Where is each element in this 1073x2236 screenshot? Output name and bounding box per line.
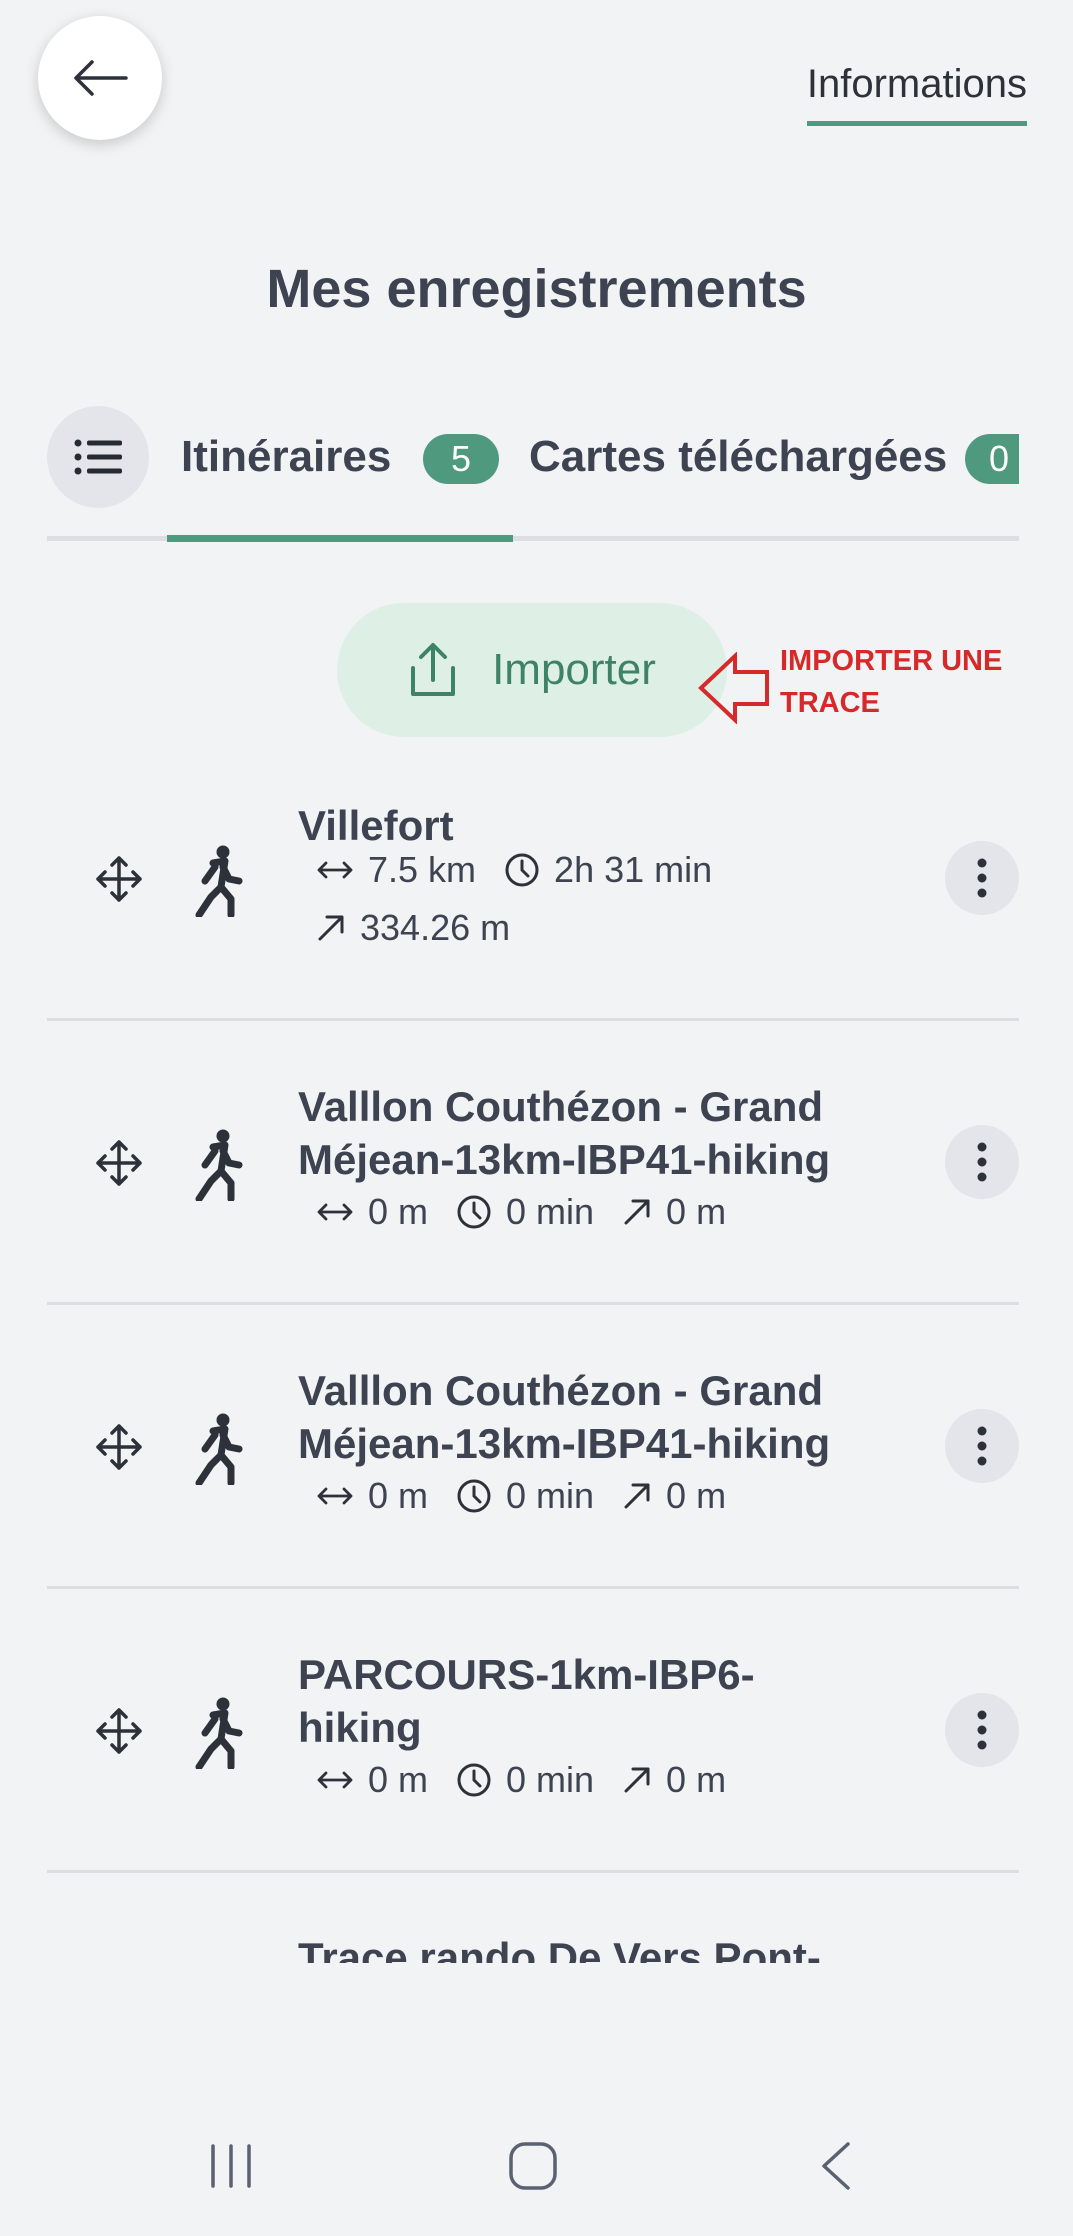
clock-icon (457, 1195, 491, 1229)
route-stats: 7.5 km 2h 31 min (316, 849, 740, 891)
route-menu-button[interactable] (945, 841, 1019, 915)
route-title: Valllon Couthézon - Grand Méjean-13km-IB… (298, 1364, 858, 1470)
more-vertical-icon (977, 858, 987, 898)
route-elevation-row: 334.26 m (316, 907, 538, 949)
distance-icon (317, 1487, 353, 1505)
route-distance: 0 m (368, 1759, 429, 1800)
route-title-line-1: PARCOURS-1km-IBP6- (298, 1651, 755, 1698)
elevation-icon (624, 1199, 650, 1225)
route-title: PARCOURS-1km-IBP6- hiking (298, 1648, 858, 1754)
annotation-line-1: IMPORTER UNE (780, 645, 1003, 677)
route-distance: 0 m (368, 1475, 429, 1516)
itineraires-count-badge: 5 (423, 434, 499, 484)
elevation-icon (624, 1483, 650, 1509)
cartes-count-badge: 0 (965, 434, 1019, 484)
elevation-icon (318, 915, 344, 941)
route-duration: 0 min (506, 1759, 595, 1800)
route-title-line-1: Villefort (298, 802, 454, 849)
move-icon[interactable] (95, 1139, 143, 1187)
route-title: Valllon Couthézon - Grand Méjean-13km-IB… (298, 1080, 858, 1186)
route-elevation: 0 m (666, 1475, 727, 1516)
route-title-line-2: hiking (298, 1704, 422, 1751)
route-item-partial[interactable]: Trace rando De Vers Pont- (298, 1925, 898, 1963)
route-menu-button[interactable] (945, 1125, 1019, 1199)
distance-icon (317, 1203, 353, 1221)
route-elevation: 0 m (666, 1191, 727, 1232)
annotation-line-2: TRACE (780, 687, 880, 719)
route-elevation: 334.26 m (360, 907, 511, 948)
route-distance: 0 m (368, 1191, 429, 1232)
hiking-icon (195, 845, 243, 917)
recent-apps-icon[interactable] (207, 2142, 255, 2190)
hiking-icon (195, 1697, 243, 1769)
import-button[interactable]: Importer (337, 603, 727, 737)
hiking-icon (195, 1129, 243, 1201)
clock-icon (457, 1763, 491, 1797)
route-title: Villefort (298, 799, 858, 852)
route-elevation: 0 m (666, 1759, 727, 1800)
clock-icon (505, 853, 539, 887)
import-annotation: IMPORTER UNE TRACE (780, 640, 1002, 724)
route-menu-button[interactable] (945, 1409, 1019, 1483)
tab-cartes-telechargees[interactable]: Cartes téléchargées (529, 432, 947, 482)
back-nav-icon[interactable] (818, 2140, 854, 2192)
distance-icon (317, 1771, 353, 1789)
route-duration: 0 min (506, 1191, 595, 1232)
home-icon[interactable] (507, 2140, 559, 2192)
route-title-line-2: Méjean-13km-IBP41-hiking (298, 1420, 831, 1467)
route-duration: 2h 31 min (554, 849, 713, 890)
row-divider (47, 1586, 1019, 1589)
back-button[interactable] (38, 16, 162, 140)
row-divider (47, 1302, 1019, 1305)
more-vertical-icon (977, 1426, 987, 1466)
route-menu-button[interactable] (945, 1693, 1019, 1767)
informations-link[interactable]: Informations (806, 62, 1027, 126)
import-label: Importer (492, 645, 656, 694)
route-item[interactable]: PARCOURS-1km-IBP6- hiking 0 m 0 min 0 m (47, 1591, 1019, 1873)
route-stats: 0 m 0 min 0 m (316, 1759, 754, 1801)
upload-icon (411, 643, 456, 696)
hiking-icon (195, 1413, 243, 1485)
list-icon (74, 439, 122, 475)
row-divider (47, 1018, 1019, 1021)
route-item[interactable]: Valllon Couthézon - Grand Méjean-13km-IB… (47, 1023, 1019, 1305)
route-distance: 7.5 km (368, 849, 477, 890)
route-item[interactable]: Valllon Couthézon - Grand Méjean-13km-IB… (47, 1307, 1019, 1589)
route-title-line-1: Valllon Couthézon - Grand (298, 1083, 823, 1130)
distance-icon (317, 861, 353, 879)
move-icon[interactable] (95, 1707, 143, 1755)
route-stats: 0 m 0 min 0 m (316, 1475, 754, 1517)
elevation-icon (624, 1767, 650, 1793)
move-icon[interactable] (95, 1423, 143, 1471)
route-item[interactable]: Villefort 7.5 km 2h 31 min 334.26 m (47, 739, 1019, 1021)
route-stats: 0 m 0 min 0 m (316, 1191, 754, 1233)
route-title-line-1: Valllon Couthézon - Grand (298, 1367, 823, 1414)
list-view-button[interactable] (47, 406, 149, 508)
row-divider (47, 1870, 1019, 1873)
move-icon[interactable] (95, 855, 143, 903)
arrow-left-icon (74, 60, 128, 96)
more-vertical-icon (977, 1710, 987, 1750)
page-title: Mes enregistrements (266, 259, 807, 319)
active-tab-indicator (167, 535, 513, 542)
tab-itineraires[interactable]: Itinéraires (181, 432, 391, 482)
more-vertical-icon (977, 1142, 987, 1182)
route-title-line-1: Trace rando De Vers Pont- (298, 1934, 821, 1963)
route-duration: 0 min (506, 1475, 595, 1516)
route-title-line-2: Méjean-13km-IBP41-hiking (298, 1136, 831, 1183)
system-navigation-bar (0, 2130, 1073, 2200)
clock-icon (457, 1479, 491, 1513)
annotation-arrow-icon (698, 652, 769, 724)
